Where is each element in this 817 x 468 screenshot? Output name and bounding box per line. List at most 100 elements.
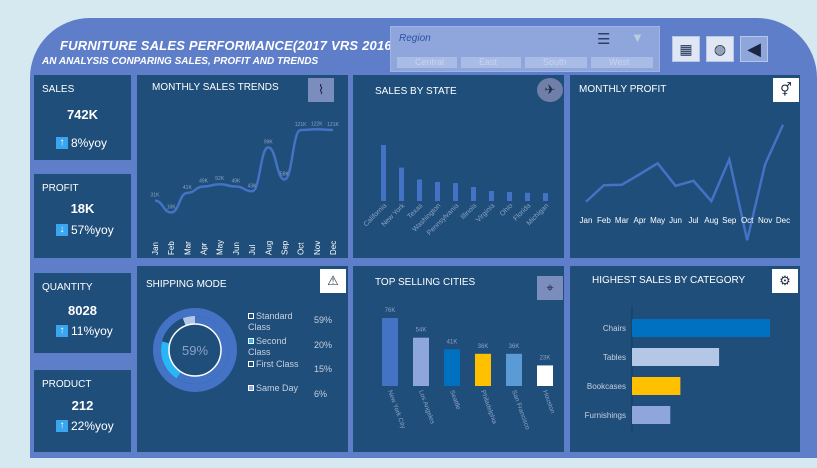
kpi-label: SALES bbox=[42, 84, 75, 95]
x-tick-label: Dec bbox=[329, 241, 338, 255]
kpi-yoy: ↑ 8%yoy bbox=[56, 136, 107, 150]
data-label: 58K bbox=[280, 171, 290, 177]
table-icon[interactable]: ▦ bbox=[672, 36, 700, 62]
monthly-profit-panel: MONTHLY PROFIT ⚥ Jan Feb Mar Apr May Jun Jul Au… bbox=[570, 75, 800, 258]
y-tick-label: Tables bbox=[603, 353, 626, 362]
kpi-label: QUANTITY bbox=[42, 282, 93, 293]
kpi-yoy: ↓ 57%yoy bbox=[56, 223, 114, 237]
legend-label: Same Day bbox=[256, 383, 299, 393]
monthly-profit-chart: Jan Feb Mar Apr May Jun Jul Aug Sep Oct Nov Dec bbox=[580, 124, 790, 241]
kpi-value: 18K bbox=[70, 201, 95, 216]
city-bar bbox=[444, 349, 460, 386]
x-tick-label: Apr bbox=[200, 242, 209, 255]
monthly-sales-chart: 31K 16K 41K 49K 52K 49K 43K 99K 58K 121K 122K 121K J… bbox=[151, 121, 340, 255]
kpi-yoy: ↑ 22%yoy bbox=[56, 419, 114, 433]
donut-center-label: 59% bbox=[182, 343, 208, 358]
kpi-yoy-text: 22%yoy bbox=[71, 419, 114, 433]
shipping-pct-second: 20% bbox=[314, 340, 333, 350]
data-label: 49K bbox=[199, 179, 209, 185]
x-tick-label: Jul bbox=[248, 245, 257, 255]
data-label: 121K bbox=[327, 122, 339, 128]
state-bar bbox=[435, 181, 440, 201]
slicer-option-west[interactable]: West bbox=[591, 57, 653, 68]
back-arrow-icon[interactable]: ◀ bbox=[740, 36, 768, 62]
data-label: 54K bbox=[416, 328, 427, 334]
x-tick-label: Mar bbox=[615, 216, 629, 225]
state-bar bbox=[381, 145, 386, 201]
data-label: 43K bbox=[248, 183, 258, 189]
slicer-title: Region bbox=[399, 33, 431, 44]
multi-select-icon[interactable]: ☰ bbox=[597, 30, 610, 48]
city-bar bbox=[382, 318, 398, 386]
x-tick-label: Jun bbox=[669, 216, 682, 225]
x-tick-label: Apr bbox=[634, 216, 647, 225]
sales-line bbox=[154, 128, 334, 214]
slicer-option-south[interactable]: South bbox=[525, 57, 587, 68]
arrow-up-icon: ↑ bbox=[56, 420, 68, 432]
region-slicer[interactable]: Region ☰ ▼ Central East South West bbox=[390, 26, 660, 72]
kpi-product: PRODUCT 212 ↑ 22%yoy bbox=[34, 370, 131, 452]
data-label: 36K bbox=[478, 344, 489, 350]
city-bar bbox=[475, 353, 491, 386]
city-bar bbox=[506, 353, 522, 386]
data-label: 121K bbox=[295, 122, 307, 128]
legend-swatch bbox=[248, 338, 254, 344]
kpi-yoy-text: 11%yoy bbox=[71, 324, 113, 338]
arrow-down-icon: ↓ bbox=[56, 224, 68, 236]
state-bar bbox=[525, 192, 530, 201]
x-tick-label: Feb bbox=[167, 241, 176, 255]
top-cities-chart: 76K New York City 54K Los Angeles 41K Seattle… bbox=[382, 308, 556, 431]
x-tick-label: Ohio bbox=[499, 202, 514, 217]
kpi-value: 212 bbox=[71, 398, 94, 413]
category-bar bbox=[632, 377, 681, 395]
shipping-legend-standard: Standard Class bbox=[248, 311, 308, 333]
data-label: 49K bbox=[231, 179, 241, 185]
legend-swatch bbox=[248, 313, 254, 319]
data-label: 52K bbox=[215, 176, 225, 182]
category-bar bbox=[632, 406, 671, 424]
data-label: 23K bbox=[540, 355, 551, 361]
kpi-yoy-text: 57%yoy bbox=[71, 223, 114, 237]
data-label: 41K bbox=[183, 185, 193, 191]
x-tick-label: New York City bbox=[386, 389, 407, 430]
top-cities-panel: TOP SELLING CITIES ⌖ 76K New York City 54K… bbox=[353, 266, 564, 452]
legend-swatch bbox=[248, 361, 254, 367]
state-bar bbox=[543, 193, 548, 201]
x-tick-label: Nov bbox=[313, 241, 322, 255]
shipping-legend-sameday: Same Day bbox=[248, 383, 308, 394]
x-tick-label: Oct bbox=[741, 216, 754, 225]
data-label: 31K bbox=[151, 193, 161, 199]
x-tick-label: Jan bbox=[580, 216, 593, 225]
monthly-sales-panel: MONTHLY SALES TRENDS ⌇ 31K 16K 41K 49K 52K 49… bbox=[137, 75, 348, 258]
category-chart: Chairs Tables Bookcases Furnishings bbox=[585, 306, 770, 431]
clear-filter-icon[interactable]: ▼ bbox=[631, 30, 644, 45]
globe-icon[interactable]: ◍ bbox=[706, 36, 734, 62]
x-tick-label: Oct bbox=[297, 242, 306, 255]
x-tick-label: Jun bbox=[232, 242, 241, 255]
x-tick-label: Dec bbox=[776, 216, 790, 225]
state-bar bbox=[417, 179, 422, 201]
x-tick-label: Aug bbox=[264, 241, 273, 255]
kpi-sales: SALES 742K ↑ 8%yoy bbox=[34, 75, 131, 160]
kpi-label: PROFIT bbox=[42, 183, 79, 194]
state-bar bbox=[489, 190, 494, 201]
arrow-up-icon: ↑ bbox=[56, 325, 68, 337]
x-tick-label: San Francisco bbox=[510, 389, 531, 431]
slicer-option-central[interactable]: Central bbox=[397, 57, 457, 68]
x-tick-label: Jan bbox=[151, 242, 160, 255]
state-bar bbox=[507, 192, 512, 201]
x-tick-label: Feb bbox=[597, 216, 611, 225]
shipping-pct-standard: 59% bbox=[314, 315, 333, 325]
kpi-label: PRODUCT bbox=[42, 379, 92, 390]
category-panel: HIGHEST SALES BY CATEGORY ⚙ Chairs Tables… bbox=[570, 266, 800, 452]
dashboard-subtitle: AN ANALYSIS CONPARING SALES, PROFIT AND … bbox=[42, 56, 319, 67]
kpi-value: 742K bbox=[66, 107, 99, 122]
slicer-option-east[interactable]: East bbox=[461, 57, 521, 68]
dashboard-title: FURNITURE SALES PERFORMANCE(2017 VRS 201… bbox=[60, 38, 397, 53]
legend-label: First Class bbox=[256, 359, 299, 369]
x-tick-label: Jul bbox=[688, 216, 698, 225]
state-bar bbox=[399, 167, 404, 201]
shipping-legend-first: First Class bbox=[248, 359, 308, 370]
x-tick-label: Sep bbox=[722, 216, 737, 225]
x-tick-label: Houston bbox=[541, 389, 556, 415]
